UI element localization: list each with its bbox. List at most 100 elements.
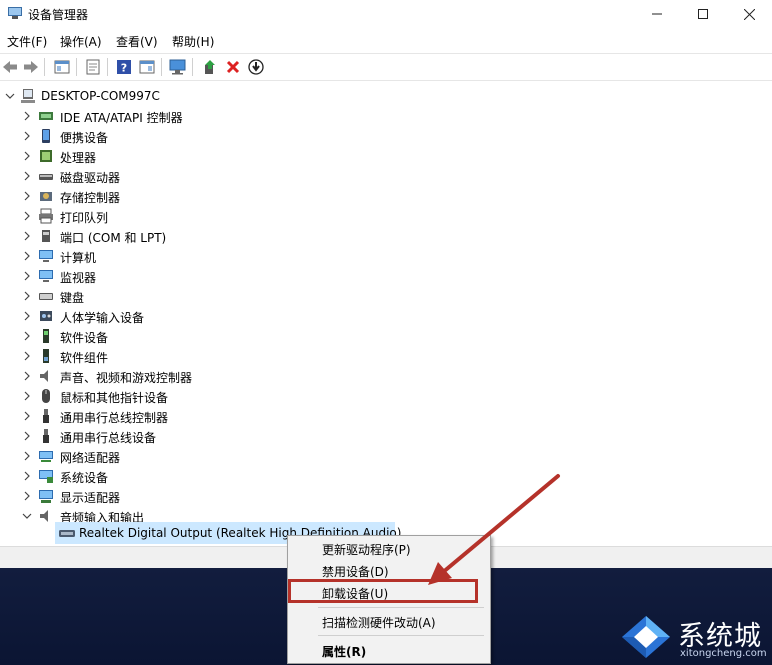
chevron-right-icon[interactable]	[22, 471, 32, 481]
chevron-right-icon[interactable]	[22, 111, 32, 121]
tree-category-label: 磁盘驱动器	[60, 171, 121, 185]
monitor-icon	[39, 270, 53, 282]
chevron-right-icon[interactable]	[22, 171, 32, 181]
display-adapter-icon	[39, 490, 53, 503]
toolbar: ?	[0, 53, 772, 81]
chevron-right-icon[interactable]	[22, 291, 32, 301]
chevron-right-icon[interactable]	[22, 211, 32, 221]
help-icon[interactable]: ?	[114, 57, 134, 77]
show-hide-tree-icon[interactable]	[52, 57, 72, 77]
tree-category-row[interactable]: 键盘	[0, 286, 772, 306]
back-icon[interactable]	[0, 57, 20, 77]
tree-category-row[interactable]: 通用串行总线设备	[0, 426, 772, 446]
tree-category-row[interactable]: 软件设备	[0, 326, 772, 346]
tree-category-label: IDE ATA/ATAPI 控制器	[60, 111, 183, 125]
tree-category-label: 鼠标和其他指针设备	[60, 391, 169, 405]
tree-category-row[interactable]: 系统设备	[0, 466, 772, 486]
action-pane-icon[interactable]	[137, 57, 157, 77]
tree-category-row[interactable]: 监视器	[0, 266, 772, 286]
chevron-right-icon[interactable]	[22, 231, 32, 241]
tree-category-label: 打印队列	[60, 211, 109, 225]
chevron-right-icon[interactable]	[22, 351, 32, 361]
tree-category-label: 便携设备	[60, 131, 109, 145]
menu-separator	[318, 607, 484, 608]
chevron-down-icon[interactable]	[5, 91, 15, 101]
tree-category-label: 软件组件	[60, 351, 109, 365]
toolbar-separator	[161, 58, 162, 76]
chevron-right-icon[interactable]	[22, 191, 32, 201]
tree-root[interactable]: DESKTOP-COM997C	[0, 86, 772, 106]
sound-icon	[40, 370, 48, 382]
menu-view[interactable]: 查看(V)	[116, 33, 158, 50]
tree-category-row[interactable]: 打印队列	[0, 206, 772, 226]
chevron-right-icon[interactable]	[22, 151, 32, 161]
mouse-icon	[42, 389, 50, 403]
tree-category-row[interactable]: IDE ATA/ATAPI 控制器	[0, 106, 772, 126]
forward-icon[interactable]	[21, 57, 41, 77]
tree-category-row[interactable]: 存储控制器	[0, 186, 772, 206]
tree-category-label: 键盘	[60, 291, 85, 305]
portable-device-icon	[42, 129, 50, 143]
chevron-right-icon[interactable]	[22, 411, 32, 421]
ide-controller-icon	[39, 112, 53, 120]
maximize-button[interactable]	[680, 0, 726, 28]
toolbar-separator	[76, 58, 77, 76]
properties-icon[interactable]	[83, 57, 103, 77]
chevron-right-icon[interactable]	[22, 391, 32, 401]
menu-action[interactable]: 操作(A)	[60, 33, 102, 50]
uninstall-icon[interactable]	[223, 57, 243, 77]
tree-category-row[interactable]: 网络适配器	[0, 446, 772, 466]
tree-category-row[interactable]: 计算机	[0, 246, 772, 266]
menu-file[interactable]: 文件(F)	[7, 33, 47, 50]
update-driver-icon[interactable]	[200, 57, 220, 77]
tree-category-label: 通用串行总线控制器	[60, 411, 169, 425]
storage-controller-icon	[40, 192, 52, 201]
tree-category-label: 系统设备	[60, 471, 109, 485]
tree-category-row[interactable]: 通用串行总线控制器	[0, 406, 772, 426]
chevron-right-icon[interactable]	[22, 271, 32, 281]
tree-category-row[interactable]: 人体学输入设备	[0, 306, 772, 326]
computer-root-icon	[21, 89, 35, 103]
tree-category-row[interactable]: 声音、视频和游戏控制器	[0, 366, 772, 386]
menu-disable-device[interactable]: 禁用设备(D)	[288, 559, 490, 581]
tree-category-label: 端口 (COM 和 LPT)	[60, 231, 167, 245]
tree-category-label: 显示适配器	[60, 491, 121, 505]
watermark: 系统城 xitongcheng.com	[620, 612, 770, 662]
audio-output-icon	[59, 530, 75, 537]
highlight-box	[288, 579, 478, 603]
audio-io-icon	[40, 510, 48, 522]
minimize-button[interactable]	[634, 0, 680, 28]
hid-icon	[40, 311, 52, 321]
menu-properties[interactable]: 属性(R)	[288, 639, 490, 661]
menu-update-driver[interactable]: 更新驱动程序(P)	[288, 537, 490, 559]
tree-category-row[interactable]: 处理器	[0, 146, 772, 166]
menu-help[interactable]: 帮助(H)	[172, 33, 214, 50]
port-icon	[42, 230, 50, 242]
chevron-right-icon[interactable]	[22, 131, 32, 141]
menu-scan-hardware[interactable]: 扫描检测硬件改动(A)	[288, 610, 490, 632]
tree-category-row[interactable]: 便携设备	[0, 126, 772, 146]
tree-category-row[interactable]: 磁盘驱动器	[0, 166, 772, 186]
close-button[interactable]	[726, 0, 772, 28]
computer-name: DESKTOP-COM997C	[41, 89, 160, 103]
title-bar: 设备管理器	[0, 0, 772, 28]
watermark-url: xitongcheng.com	[680, 648, 767, 659]
enable-device-icon[interactable]	[246, 57, 266, 77]
toolbar-separator	[107, 58, 108, 76]
toolbar-separator	[192, 58, 193, 76]
chevron-right-icon[interactable]	[22, 311, 32, 321]
chevron-down-icon[interactable]	[22, 511, 32, 521]
scan-hardware-icon[interactable]	[168, 57, 188, 77]
tree-category-row[interactable]: 显示适配器	[0, 486, 772, 506]
chevron-right-icon[interactable]	[22, 431, 32, 441]
tree-category-row[interactable]: 端口 (COM 和 LPT)	[0, 226, 772, 246]
chevron-right-icon[interactable]	[22, 331, 32, 341]
chevron-right-icon[interactable]	[22, 491, 32, 501]
chevron-right-icon[interactable]	[22, 371, 32, 381]
device-tree[interactable]: DESKTOP-COM997C IDE ATA/ATAPI 控制器 便携设备 处理器…	[0, 82, 772, 546]
chevron-right-icon[interactable]	[22, 251, 32, 261]
chevron-right-icon[interactable]	[22, 451, 32, 461]
tree-category-row[interactable]: 鼠标和其他指针设备	[0, 386, 772, 406]
tree-category-row[interactable]: 软件组件	[0, 346, 772, 366]
tree-category-label: 软件设备	[60, 331, 109, 345]
